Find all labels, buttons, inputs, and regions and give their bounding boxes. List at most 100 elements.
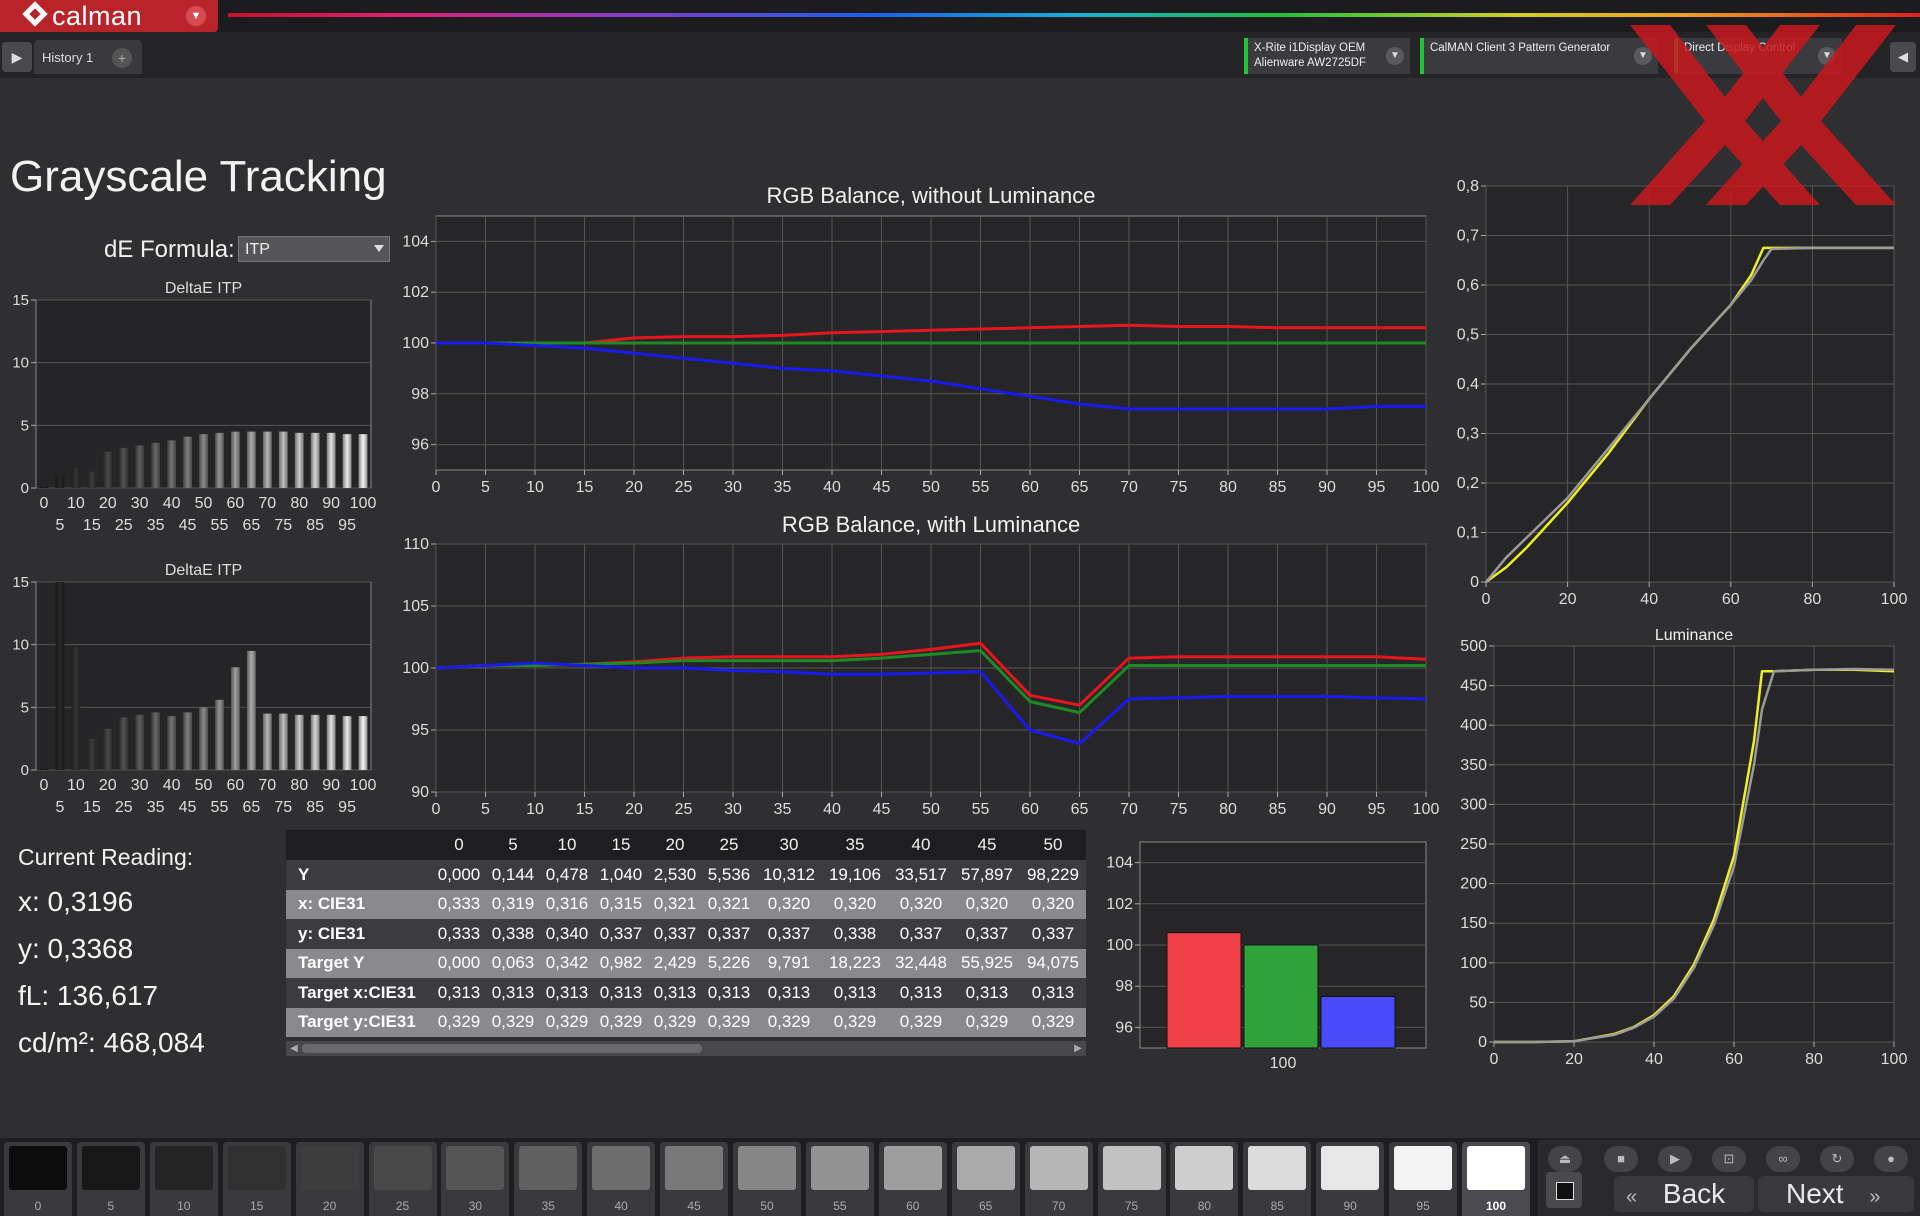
reading-fl: fL: 136,617 bbox=[18, 980, 159, 1011]
patch-swatch[interactable]: 65 bbox=[951, 1142, 1020, 1216]
table-cell: 0,342 bbox=[540, 948, 594, 978]
x-tick-label: 90 bbox=[1318, 801, 1336, 818]
x-tick-label: 30 bbox=[724, 801, 742, 818]
table-cell: 0,313 bbox=[540, 978, 594, 1008]
y-tick-label: 5 bbox=[21, 699, 29, 716]
x-tick-label: 65 bbox=[242, 517, 260, 534]
x-tick-label: 55 bbox=[211, 799, 229, 816]
settings-icon[interactable]: ● bbox=[1874, 1146, 1908, 1172]
patch-label: 95 bbox=[1416, 1199, 1430, 1213]
x-tick-label: 50 bbox=[195, 495, 213, 512]
eject-icon[interactable]: ⏏ bbox=[1548, 1146, 1582, 1172]
x-tick-label: 95 bbox=[1368, 801, 1386, 818]
patch-swatch[interactable]: 50 bbox=[733, 1142, 801, 1216]
column-header: 20 bbox=[648, 830, 702, 860]
column-header: 40 bbox=[887, 830, 954, 860]
patch-color-chip bbox=[592, 1146, 651, 1190]
deltae-bar bbox=[246, 650, 256, 770]
patch-swatch[interactable]: 10 bbox=[149, 1142, 218, 1216]
measure-all-icon[interactable]: ⊡ bbox=[1712, 1146, 1746, 1172]
refresh-icon[interactable]: ↻ bbox=[1820, 1146, 1854, 1172]
table-cell: 10,312 bbox=[756, 860, 822, 890]
deltae-bar bbox=[326, 432, 336, 488]
table-cell: 0,000 bbox=[432, 860, 486, 890]
patch-color-chip bbox=[738, 1146, 796, 1190]
x-tick-label: 30 bbox=[724, 479, 742, 496]
patch-swatch[interactable]: 40 bbox=[587, 1142, 656, 1216]
y-tick-label: 5 bbox=[21, 417, 29, 434]
patch-swatch[interactable]: 90 bbox=[1316, 1142, 1385, 1216]
column-header: 50 bbox=[1019, 830, 1086, 860]
deltae-bar bbox=[342, 716, 352, 770]
patch-label: 100 bbox=[1485, 1199, 1507, 1213]
pattern-window-icon[interactable] bbox=[1546, 1172, 1582, 1208]
next-button[interactable]: Next » bbox=[1758, 1176, 1914, 1212]
deltae-bar bbox=[183, 712, 192, 770]
y-tick-label: 105 bbox=[402, 598, 429, 615]
x-tick-label: 40 bbox=[823, 801, 841, 818]
patch-swatch[interactable]: 75 bbox=[1097, 1142, 1166, 1216]
y-tick-label: 450 bbox=[1460, 678, 1487, 695]
scroll-left-icon[interactable]: ◀ bbox=[288, 1042, 300, 1055]
patch-color-chip bbox=[519, 1146, 578, 1190]
table-cell: 0,329 bbox=[432, 1007, 486, 1037]
row-label: Target x:CIE31 bbox=[286, 978, 432, 1008]
continuous-icon[interactable]: ∞ bbox=[1766, 1146, 1800, 1172]
x-tick-label: 90 bbox=[322, 495, 340, 512]
deltae-bar bbox=[294, 432, 304, 488]
table-cell: 0,329 bbox=[594, 1007, 648, 1037]
y-tick-label: 0 bbox=[1470, 574, 1479, 591]
x-tick-label: 45 bbox=[873, 801, 891, 818]
deltae-bar bbox=[294, 714, 304, 770]
deltae-bar bbox=[231, 667, 240, 770]
rgb-bars-chart: 96 98 100 102 104 100 bbox=[1106, 841, 1427, 1072]
patch-swatch[interactable]: 70 bbox=[1024, 1142, 1093, 1216]
patch-swatch[interactable]: 30 bbox=[441, 1142, 510, 1216]
x-tick-label: 10 bbox=[67, 777, 85, 794]
scroll-right-icon[interactable]: ▶ bbox=[1072, 1042, 1084, 1055]
x-tick-label: 55 bbox=[211, 517, 229, 534]
x-tick-label: 40 bbox=[1645, 1051, 1663, 1068]
y-tick-label: 250 bbox=[1460, 836, 1487, 853]
patch-color-chip bbox=[446, 1146, 505, 1190]
reading-y: y: 0,3368 bbox=[18, 933, 134, 964]
x-tick-label: 100 bbox=[1881, 1051, 1908, 1068]
patch-swatch[interactable]: 60 bbox=[878, 1142, 947, 1216]
patch-swatch[interactable]: 55 bbox=[805, 1142, 874, 1216]
table-cell: 0,313 bbox=[432, 978, 486, 1008]
stop-icon[interactable]: ■ bbox=[1604, 1146, 1638, 1172]
x-tick-label: 20 bbox=[625, 801, 643, 818]
back-button[interactable]: « Back bbox=[1614, 1176, 1754, 1212]
patch-swatch[interactable]: 45 bbox=[660, 1142, 729, 1216]
x-tick-label: 0 bbox=[40, 495, 49, 512]
patch-swatch[interactable]: 95 bbox=[1389, 1142, 1458, 1216]
deltae-bar bbox=[103, 728, 113, 770]
patch-swatch[interactable]: 20 bbox=[295, 1142, 364, 1216]
patch-swatch[interactable]: 80 bbox=[1170, 1142, 1239, 1216]
patch-swatch[interactable]: 0 bbox=[4, 1142, 72, 1216]
table-cell: 2,429 bbox=[648, 948, 702, 978]
patch-swatch[interactable]: 15 bbox=[222, 1142, 291, 1216]
x-tick-label: 85 bbox=[1269, 479, 1287, 496]
table-cell: 0,338 bbox=[486, 919, 540, 949]
patch-color-chip bbox=[81, 1146, 140, 1190]
y-tick-label: 100 bbox=[1460, 955, 1487, 972]
table-cell: 94,075 bbox=[1019, 948, 1086, 978]
luminance-chart: Luminance 0 50 100 150 200 250 300 350 400 450 500 0… bbox=[1460, 627, 1907, 1068]
patch-swatch[interactable]: 100 bbox=[1462, 1142, 1530, 1216]
patch-label: 35 bbox=[541, 1199, 555, 1213]
x-tick-label: 30 bbox=[131, 495, 149, 512]
patch-swatch[interactable]: 35 bbox=[514, 1142, 583, 1216]
patch-label: 65 bbox=[979, 1199, 993, 1213]
play-measure-icon[interactable]: ▶ bbox=[1658, 1146, 1692, 1172]
deltae-bar bbox=[167, 440, 176, 488]
patch-swatch[interactable]: 85 bbox=[1243, 1142, 1312, 1216]
scrollbar-thumb[interactable] bbox=[302, 1044, 702, 1053]
patch-label: 0 bbox=[34, 1199, 42, 1213]
patch-swatch[interactable]: 5 bbox=[76, 1142, 145, 1216]
x-tick-label: 0 bbox=[432, 801, 441, 818]
patch-swatch[interactable]: 25 bbox=[368, 1142, 437, 1216]
table-cell: 0,313 bbox=[594, 978, 648, 1008]
y-tick-label: 98 bbox=[1115, 978, 1133, 995]
x-tick-label: 50 bbox=[922, 479, 940, 496]
